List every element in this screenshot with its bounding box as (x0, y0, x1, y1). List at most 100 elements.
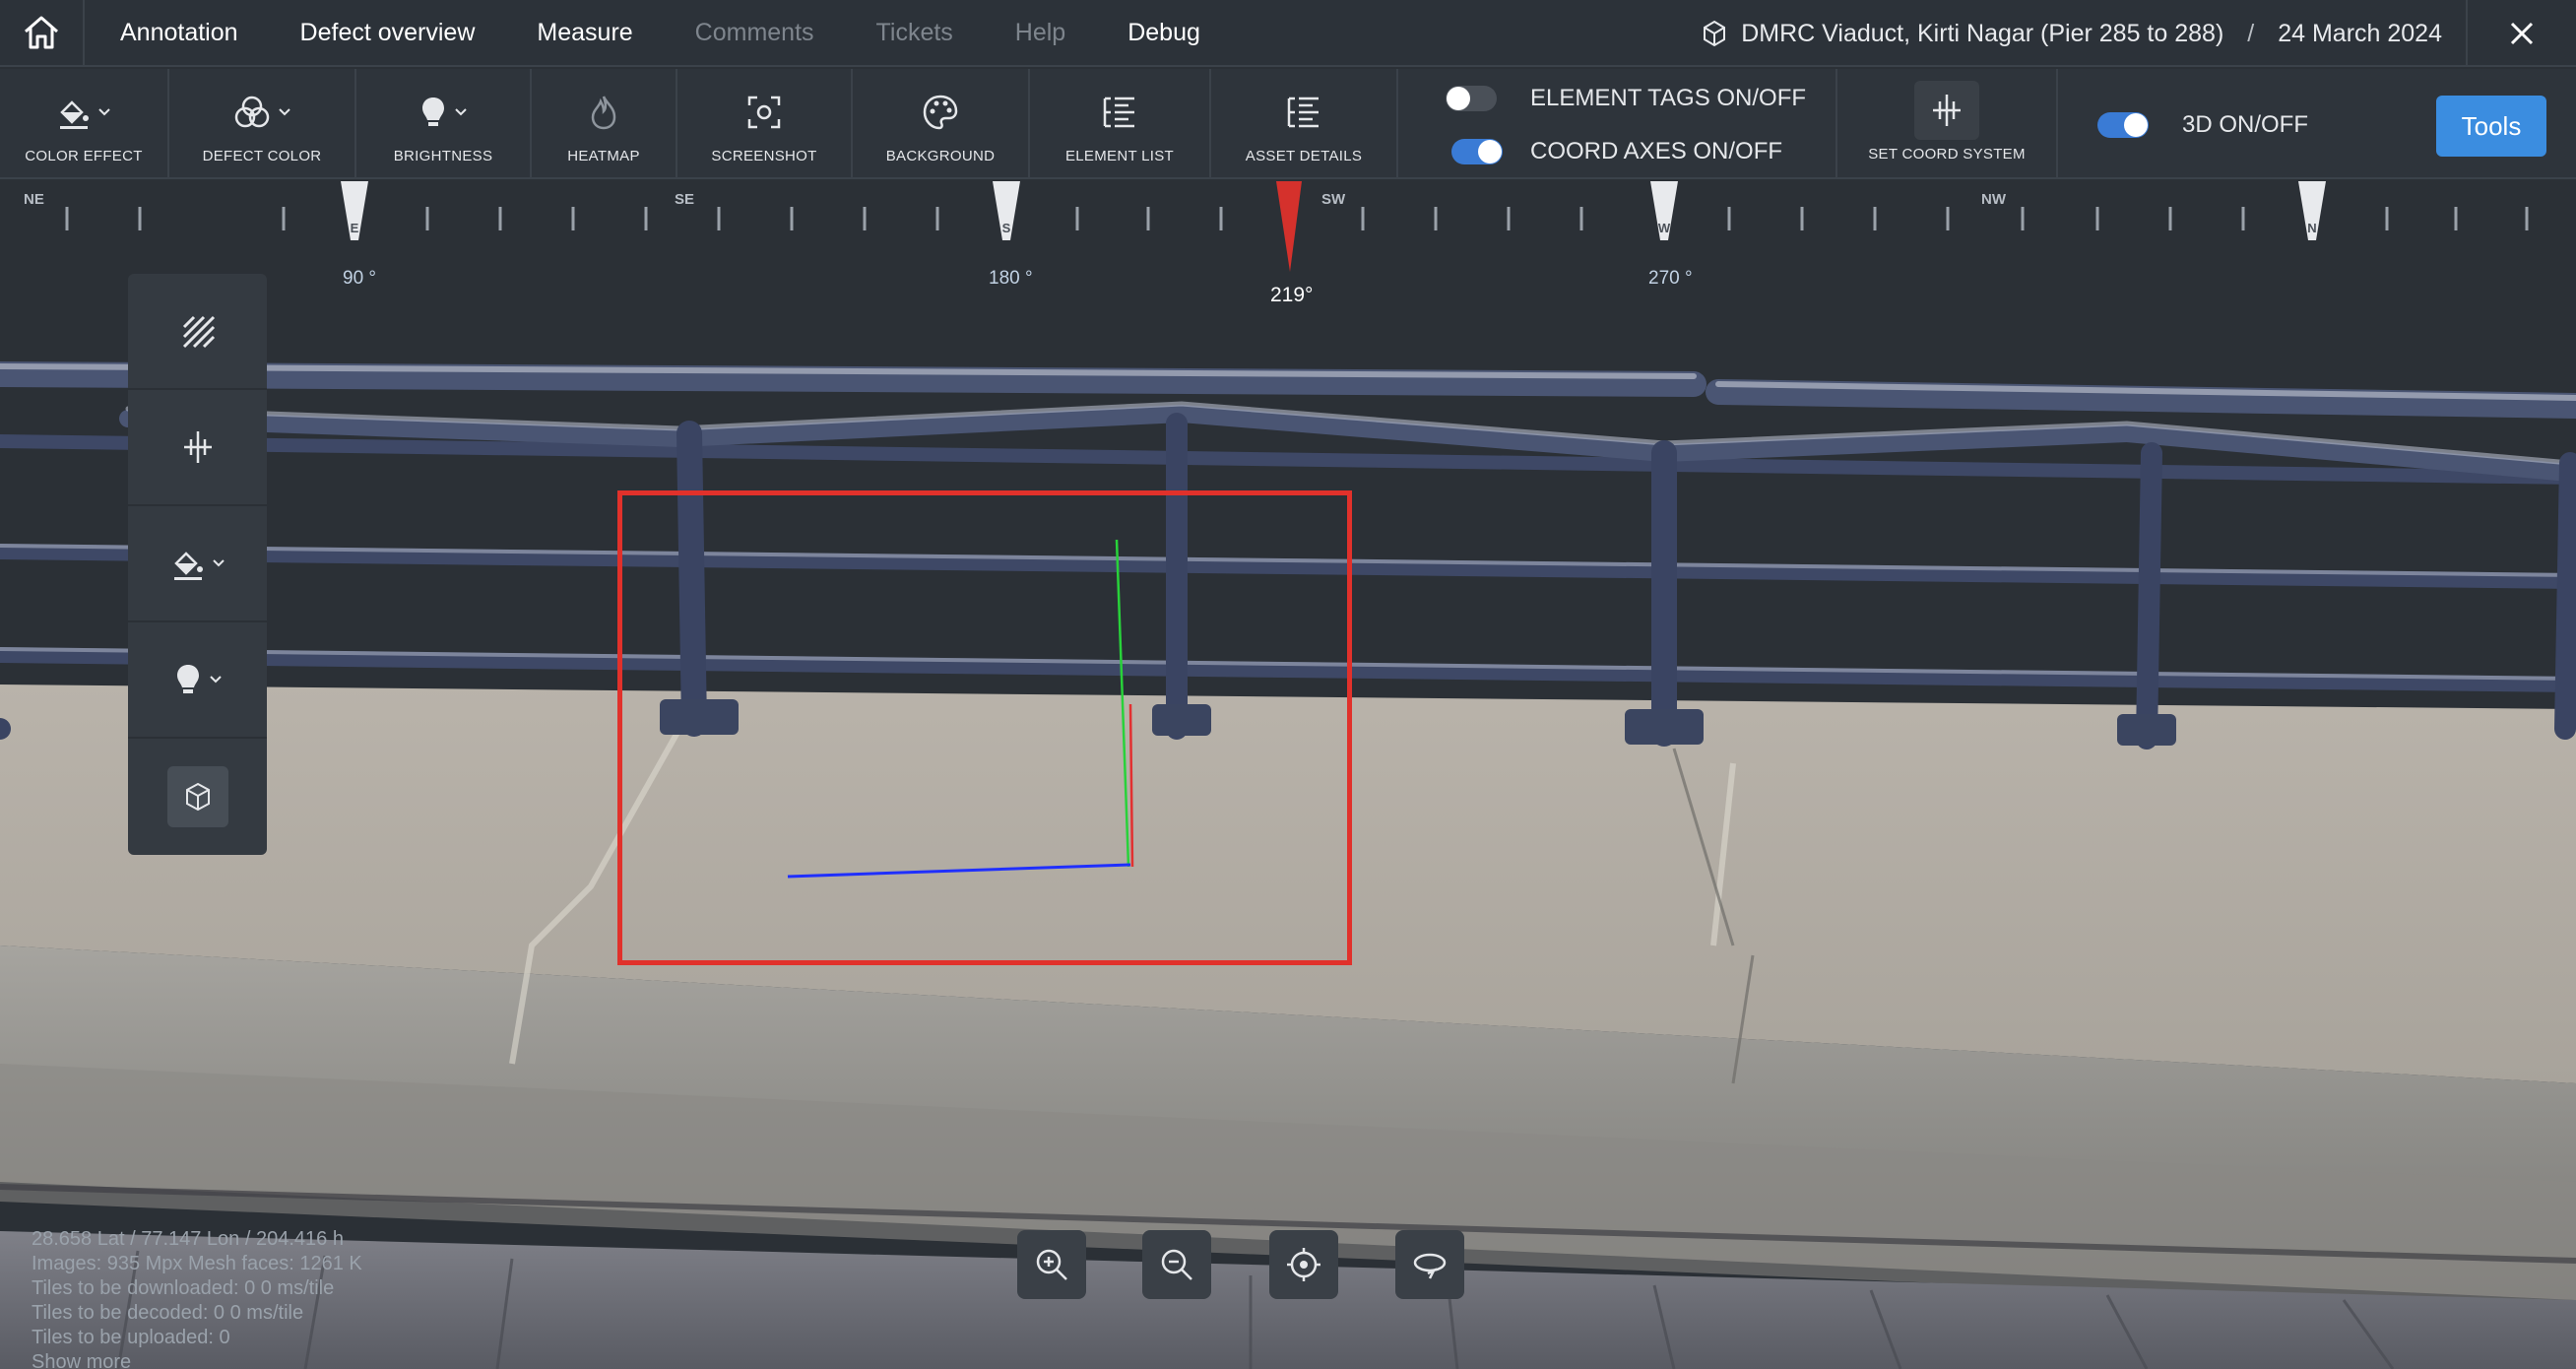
chevron-down-icon (279, 108, 290, 116)
screenshot-label: SCREENSHOT (711, 148, 817, 164)
home-icon (25, 16, 58, 49)
toolbar: COLOR EFFECT DEFECT COLOR BRIGHTNESS HEA… (0, 69, 2576, 179)
dock-color-effect-button[interactable] (128, 506, 267, 622)
dock-brightness-button[interactable] (128, 622, 267, 739)
orbit-button[interactable] (1395, 1230, 1464, 1299)
compass-nw: NW (1981, 191, 2006, 208)
dock-3d-button[interactable] (128, 739, 267, 855)
coord-axes-label: COORD AXES ON/OFF (1530, 138, 1783, 164)
compass-ne: NE (24, 191, 44, 208)
selection-box[interactable] (617, 490, 1352, 965)
compass-sw: SW (1321, 191, 1346, 208)
viewer-app: Annotation Defect overview Measure Comme… (0, 0, 2576, 1369)
menu-annotation[interactable]: Annotation (120, 19, 238, 47)
heatmap-button[interactable]: HEATMAP (532, 69, 677, 179)
top-menu-bar: Annotation Defect overview Measure Comme… (0, 0, 2576, 67)
background-button[interactable]: BACKGROUND (853, 69, 1030, 179)
info-coords: 28.658 Lat / 77.147 Lon / 204.416 h (32, 1228, 344, 1250)
heading-indicator (1276, 181, 1302, 272)
element-tags-toggle-row[interactable]: ELEMENT TAGS ON/OFF (1446, 85, 1806, 112)
zoom-out-button[interactable] (1142, 1230, 1211, 1299)
element-tags-label: ELEMENT TAGS ON/OFF (1530, 85, 1807, 111)
3d-toggle-row[interactable]: 3D ON/OFF (2097, 111, 2308, 139)
coord-axes-toggle-row[interactable]: COORD AXES ON/OFF (1451, 138, 1782, 165)
info-show-more[interactable]: Show more (32, 1350, 362, 1369)
bulb-icon (176, 665, 199, 693)
home-button[interactable] (0, 0, 85, 66)
debug-info: 28.658 Lat / 77.147 Lon / 204.416 h Imag… (32, 1227, 362, 1369)
compass-deg-90: 90 ° (343, 268, 377, 289)
compass-strip: ESWN NE SE SW NW 90 ° 180 ° 270 ° 219° (0, 181, 2576, 315)
background-label: BACKGROUND (885, 148, 996, 164)
zoom-in-icon (1036, 1249, 1067, 1280)
project-breadcrumb: DMRC Viaduct, Kirti Nagar (Pier 285 to 2… (1702, 0, 2442, 67)
dock-coord-button[interactable] (128, 390, 267, 506)
menu-comments[interactable]: Comments (695, 19, 814, 47)
coord-axes-toggle[interactable] (1451, 139, 1503, 164)
menu-defect-overview[interactable]: Defect overview (300, 19, 476, 47)
list-icon (1103, 97, 1134, 128)
screenshot-button[interactable]: SCREENSHOT (677, 69, 853, 179)
set-coord-system-button[interactable]: SET COORD SYSTEM (1837, 69, 2058, 179)
brightness-label: BRIGHTNESS (393, 148, 493, 164)
breadcrumb-separator: / (2247, 19, 2255, 47)
paint-bucket-icon (60, 100, 89, 129)
color-effect-button[interactable]: COLOR EFFECT (0, 69, 169, 179)
cube-icon (1704, 20, 1726, 47)
close-button[interactable] (2466, 0, 2576, 67)
heatmap-label: HEATMAP (567, 148, 640, 164)
zoom-in-button[interactable] (1017, 1230, 1086, 1299)
coord-system-icon (1933, 95, 1961, 126)
chevron-down-icon (98, 108, 110, 116)
close-icon (2510, 22, 2534, 45)
flame-icon (591, 96, 616, 130)
element-tags-toggle[interactable] (1446, 86, 1497, 111)
zoom-out-icon (1161, 1249, 1192, 1280)
heading-value: 219° (1270, 284, 1314, 306)
brightness-button[interactable]: BRIGHTNESS (356, 69, 532, 179)
info-download: Tiles to be downloaded: 0 0 ms/tile (32, 1277, 335, 1299)
3d-toggle-label: 3D ON/OFF (2182, 111, 2309, 138)
chevron-down-icon (209, 676, 222, 684)
left-tool-dock (128, 274, 267, 855)
compass-deg-270: 270 ° (1648, 268, 1693, 289)
dock-hatch-button[interactable] (128, 274, 267, 390)
bulb-icon (422, 98, 444, 126)
palette-icon (923, 95, 958, 130)
chevron-down-icon (455, 108, 467, 116)
project-date: 24 March 2024 (2278, 19, 2442, 47)
svg-text:N: N (2307, 221, 2316, 235)
asset-details-icon (1287, 97, 1319, 128)
menu-tickets[interactable]: Tickets (876, 19, 953, 47)
defect-color-button[interactable]: DEFECT COLOR (169, 69, 356, 179)
3d-toggle[interactable] (2097, 112, 2149, 138)
asset-details-button[interactable]: ASSET DETAILS (1211, 69, 1398, 179)
cube-icon (185, 782, 210, 812)
orbit-icon (1413, 1253, 1447, 1279)
hatch-icon (182, 315, 215, 349)
tools-button[interactable]: Tools (2436, 96, 2546, 157)
info-images-mesh: Images: 935 Mpx Mesh faces: 1261 K (32, 1253, 362, 1274)
svg-text:E: E (351, 221, 359, 235)
chevron-down-icon (212, 559, 225, 567)
defect-color-label: DEFECT COLOR (202, 148, 322, 164)
color-circles-icon (234, 96, 270, 128)
dock-3d-cube (166, 766, 228, 827)
svg-text:S: S (1002, 221, 1011, 235)
main-menu: Annotation Defect overview Measure Comme… (85, 0, 1262, 66)
svg-text:W: W (1658, 221, 1671, 235)
info-decode: Tiles to be decoded: 0 0 ms/tile (32, 1302, 304, 1324)
color-effect-label: COLOR EFFECT (25, 148, 143, 164)
paint-bucket-icon (173, 552, 203, 580)
target-icon (1287, 1248, 1320, 1281)
recenter-button[interactable] (1269, 1230, 1338, 1299)
asset-details-label: ASSET DETAILS (1245, 148, 1363, 164)
project-name: DMRC Viaduct, Kirti Nagar (Pier 285 to 2… (1741, 19, 2224, 47)
element-list-label: ELEMENT LIST (1064, 148, 1175, 164)
set-coord-system-label: SET COORD SYSTEM (1868, 146, 2026, 163)
menu-help[interactable]: Help (1015, 19, 1065, 47)
menu-measure[interactable]: Measure (537, 19, 632, 47)
element-list-button[interactable]: ELEMENT LIST (1030, 69, 1211, 179)
info-upload: Tiles to be uploaded: 0 (32, 1327, 230, 1348)
menu-debug[interactable]: Debug (1127, 19, 1200, 47)
